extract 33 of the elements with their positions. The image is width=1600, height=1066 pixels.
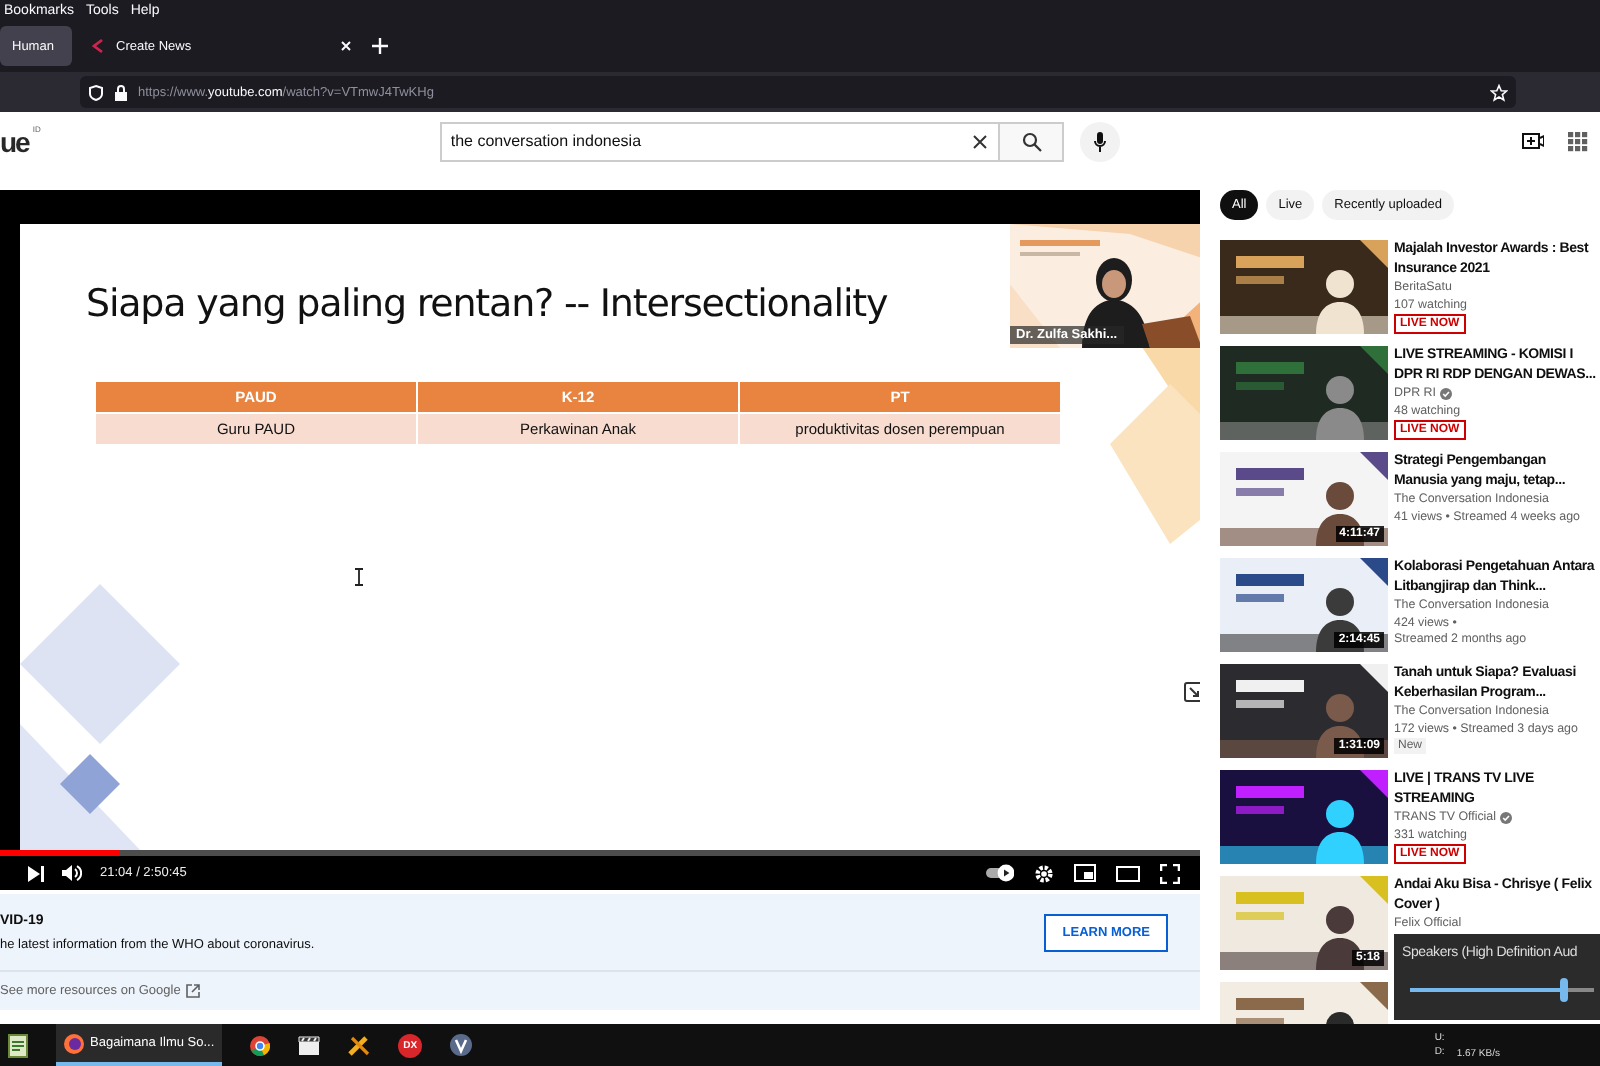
clear-icon[interactable] (972, 133, 989, 149)
clapperboard-icon[interactable] (298, 1035, 321, 1055)
star-icon[interactable] (1490, 83, 1508, 101)
fullscreen-icon[interactable] (1160, 863, 1180, 883)
search-icon (1021, 131, 1042, 151)
logo[interactable]: ue (0, 125, 29, 157)
next-icon[interactable] (28, 865, 44, 881)
search-button[interactable] (1000, 121, 1065, 161)
notepad-icon[interactable] (8, 1033, 28, 1057)
lock-icon (114, 83, 128, 101)
apps-grid-icon[interactable] (1568, 131, 1588, 151)
volume-slider[interactable] (1410, 978, 1594, 1002)
mic-button[interactable] (1080, 121, 1121, 161)
plus-icon[interactable] (372, 38, 388, 54)
microphone-icon (1094, 131, 1107, 151)
v-logo-icon[interactable] (450, 1034, 473, 1056)
firefox-icon (64, 1033, 84, 1053)
text-cursor-icon (354, 568, 364, 586)
autoplay-toggle[interactable] (986, 864, 1014, 882)
theater-mode-icon[interactable] (1116, 865, 1140, 881)
external-link-icon[interactable] (186, 984, 201, 998)
box-arrow-icon[interactable] (1184, 682, 1200, 702)
slide-title: Siapa yang paling rentan? -- Intersectionality (86, 282, 890, 326)
chrome-icon[interactable] (250, 1035, 271, 1055)
slider-thumb[interactable] (1559, 978, 1568, 1002)
settings-icon[interactable] (1034, 863, 1054, 883)
miniplayer-icon[interactable] (1074, 864, 1096, 882)
volume-icon[interactable] (62, 864, 82, 882)
create-video-icon[interactable] (1522, 132, 1544, 150)
chevron-icon (92, 38, 104, 54)
search-field[interactable]: the conversation indonesia (440, 121, 1001, 161)
close-icon[interactable] (340, 40, 352, 52)
shield-icon[interactable] (88, 83, 104, 101)
